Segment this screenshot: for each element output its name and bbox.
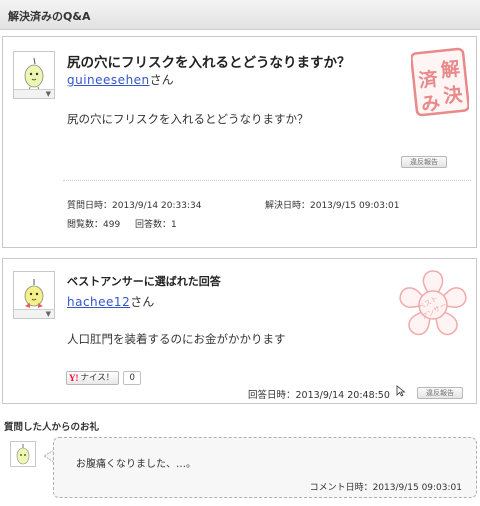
resolved-date: 解決日時：2013/9/15 09:03:01 [265,201,400,211]
page-header: 解決済みのQ&A [0,0,480,30]
dropdown-arrow-icon: ▼ [45,310,51,318]
nice-button-group: Y! ナイス！ 0 [66,371,142,385]
avatar-dropdown[interactable]: ▼ [14,89,54,98]
cursor-icon [396,385,406,397]
answerer-name-line: hachee12さん [67,293,154,310]
questioner-avatar[interactable]: ▼ [13,51,55,99]
questioner-name-line: guineesehenさん [67,71,174,88]
resolved-stamp-icon: 解 決 済 み [411,47,469,117]
questioner-link[interactable]: guineesehen [67,73,150,87]
dropdown-arrow-icon: ▼ [45,90,51,98]
user-avatar-icon [16,444,30,465]
answer-date: 回答日時：2013/9/14 20:48:50 [248,390,390,401]
page-title: 解決済みのQ&A [8,10,91,23]
question-body: 尻の穴にフリスクを入れるとどうなりますか？ [67,112,309,126]
yahoo-y-icon: Y! [69,373,79,383]
avatar-dropdown[interactable]: ▼ [14,309,54,318]
question-title: 尻の穴にフリスクを入れるとどうなりますか？ [67,55,351,71]
best-answer-panel: ▼ ベストアンサーに選ばれた回答 hachee12さん 人口肛門を装着するのにお… [2,258,477,404]
honorific: さん [149,73,174,87]
svg-text:済: 済 [418,67,440,92]
view-count: 閲覧数：499 [67,220,121,230]
nice-label: ナイス！ [80,373,115,383]
user-avatar-icon [24,279,44,308]
question-panel: ▼ 尻の穴にフリスクを入れるとどうなりますか？ guineesehenさん 尻の… [2,36,477,248]
answerer-link[interactable]: hachee12 [67,295,130,309]
comment-date: コメント日時：2013/9/15 09:03:01 [309,483,462,493]
answer-count: 回答数：1 [135,220,177,230]
svg-text:解: 解 [440,57,461,82]
answer-body: 人口肛門を装着するのにお金がかかります [67,332,286,346]
svg-text:決: 決 [442,84,464,108]
comment-text: お腹痛くなりました、…。 [76,459,196,470]
best-answer-title: ベストアンサーに選ばれた回答 [67,275,221,288]
answer-report-button[interactable]: 違反報告 [417,387,463,399]
nice-count: 0 [123,371,142,385]
svg-text:み: み [420,92,441,116]
honorific: さん [130,295,155,309]
answerer-avatar[interactable]: ▼ [13,271,55,319]
question-divider [63,180,471,181]
comment-bubble: お腹痛くなりました、…。 コメント日時：2013/9/15 09:03:01 [53,437,477,498]
question-date: 質問日時：2013/9/14 20:33:34 [67,201,202,211]
commenter-avatar[interactable] [10,441,36,467]
user-avatar-icon [24,57,44,90]
comment-section-title: 質問した人からのお礼 [4,422,100,433]
nice-button[interactable]: Y! ナイス！ [66,371,120,385]
question-report-button[interactable]: 違反報告 [401,156,447,168]
best-answer-sakura-icon: ベスト アンサー [399,270,467,336]
